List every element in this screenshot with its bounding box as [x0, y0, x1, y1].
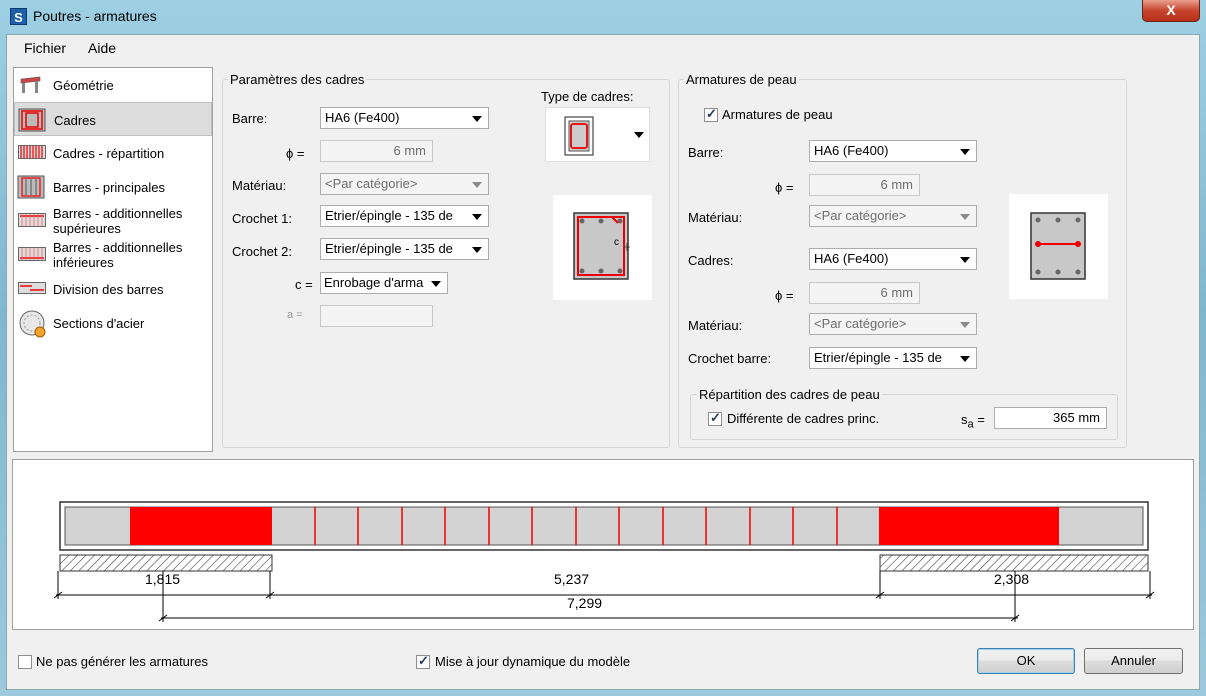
a-label: a = — [287, 309, 303, 321]
chevron-down-icon — [472, 116, 482, 122]
window-title: Poutres - armatures — [33, 8, 157, 24]
sidebar-item-barres-inf[interactable]: Barres - additionnelles inférieures — [14, 238, 212, 272]
skin-phi-field: 6 mm — [809, 174, 920, 196]
skin-phi2-field: 6 mm — [809, 282, 920, 304]
skin-reinforcement-title: Armatures de peau — [684, 72, 799, 87]
geometry-icon — [20, 76, 41, 93]
skin-enable-label: Armatures de peau — [722, 107, 833, 122]
chevron-down-icon — [472, 182, 482, 188]
sidebar-item-label: Barres - principales — [53, 180, 165, 195]
close-button[interactable]: X — [1142, 0, 1200, 22]
skin-materiau-select: <Par catégorie> — [809, 205, 977, 227]
chevron-down-icon — [960, 149, 970, 155]
dim-total: 7,299 — [567, 595, 603, 611]
skin-crochet-label: Crochet barre: — [688, 351, 772, 366]
chevron-down-icon — [960, 214, 970, 220]
steel-sections-icon — [19, 310, 46, 338]
bottom-bars-icon — [18, 247, 46, 261]
dynamic-update-label: Mise à jour dynamique du modèle — [435, 654, 631, 669]
skin-cadres-label: Cadres: — [688, 253, 734, 268]
skin-materiau2-label: Matériau: — [688, 318, 743, 333]
menu-bar — [7, 35, 1199, 61]
materiau-label: Matériau: — [232, 178, 287, 193]
materiau-select: <Par catégorie> — [320, 173, 489, 195]
different-checkbox[interactable] — [708, 410, 722, 426]
menu-fichier[interactable]: Fichier — [24, 40, 66, 56]
sidebar-item-cadres-repartition[interactable]: Cadres - répartition — [14, 136, 212, 170]
main-bars-icon — [17, 175, 45, 199]
sidebar-item-division[interactable]: Division des barres — [14, 272, 212, 306]
chevron-down-icon — [472, 214, 482, 220]
skin-materiau2-select: <Par catégorie> — [809, 313, 977, 335]
c-select[interactable]: Enrobage d'arma — [320, 272, 448, 294]
skin-section-preview — [1009, 194, 1108, 299]
crochet2-label: Crochet 2: — [232, 244, 292, 259]
chevron-down-icon — [472, 247, 482, 253]
type-cadres-label: Type de cadres: — [541, 89, 634, 104]
app-icon: S — [10, 8, 27, 25]
skin-materiau-label: Matériau: — [688, 210, 743, 225]
sidebar-item-barres-sup[interactable]: Barres - additionnelles supérieures — [14, 204, 212, 238]
stirrup-type-icon — [564, 116, 594, 156]
top-bars-icon — [18, 213, 46, 227]
chevron-down-icon — [960, 356, 970, 362]
ok-button[interactable]: OK — [977, 648, 1075, 674]
skin-distribution-title: Répartition des cadres de peau — [697, 387, 882, 402]
sidebar-item-geometrie[interactable]: Géométrie — [14, 68, 212, 102]
chevron-down-icon — [634, 132, 644, 138]
dim-left-support: 1,815 — [145, 571, 181, 587]
bar-division-icon — [18, 282, 46, 294]
chevron-down-icon — [960, 322, 970, 328]
sidebar-item-sections[interactable]: Sections d'acier — [14, 306, 212, 340]
skin-phi-label: ϕ = — [775, 180, 794, 195]
dynamic-update-checkbox[interactable] — [416, 653, 430, 669]
type-cadres-select[interactable] — [545, 107, 650, 162]
a-field — [320, 305, 433, 327]
beam-drawing — [53, 501, 1155, 622]
skin-enable-checkbox[interactable] — [704, 106, 718, 122]
dim-middle: 5,237 — [554, 571, 590, 587]
sidebar-item-label: Cadres — [54, 113, 96, 128]
dim-right-support: 2,308 — [994, 571, 1030, 587]
sa-input[interactable]: 365 mm — [994, 407, 1107, 429]
sidebar-item-label: Division des barres — [53, 282, 164, 297]
different-label: Différente de cadres princ. — [727, 411, 880, 426]
menu-aide[interactable]: Aide — [88, 40, 116, 56]
sidebar-item-barres-principales[interactable]: Barres - principales — [14, 170, 212, 204]
no-generate-checkbox[interactable] — [18, 655, 32, 669]
barre-select[interactable]: HA6 (Fe400) — [320, 107, 489, 129]
sidebar-item-label: Géométrie — [53, 78, 114, 93]
stirrups-icon — [18, 108, 46, 132]
stirrup-distribution-icon — [18, 145, 46, 159]
chevron-down-icon — [431, 281, 441, 287]
sidebar-item-label: Sections d'acier — [53, 316, 145, 331]
sidebar-item-label: Cadres - répartition — [53, 146, 165, 161]
skin-barre-select[interactable]: HA6 (Fe400) — [809, 140, 977, 162]
phi-field: 6 mm — [320, 140, 433, 162]
skin-section-drawing — [1030, 212, 1086, 280]
sidebar-item-label: Barres - additionnelles inférieures — [53, 240, 183, 270]
crochet1-select[interactable]: Etrier/épingle - 135 de — [320, 205, 489, 227]
skin-barre-label: Barre: — [688, 145, 724, 160]
skin-phi2-label: ϕ = — [775, 288, 794, 303]
phi-label: ϕ = — [286, 146, 305, 161]
barre-label: Barre: — [232, 111, 268, 126]
section-drawing — [573, 212, 630, 280]
skin-cadres-select[interactable]: HA6 (Fe400) — [809, 248, 977, 270]
no-generate-label: Ne pas générer les armatures — [36, 654, 208, 669]
sa-label: sa = — [961, 412, 985, 431]
chevron-down-icon — [960, 257, 970, 263]
skin-crochet-select[interactable]: Etrier/épingle - 135 de — [809, 347, 977, 369]
crochet1-label: Crochet 1: — [232, 211, 292, 226]
cover-c-label: c — [614, 237, 619, 248]
c-label: c = — [295, 277, 313, 292]
crochet2-select[interactable]: Etrier/épingle - 135 de — [320, 238, 489, 260]
cancel-button[interactable]: Annuler — [1084, 648, 1183, 674]
title-bar: S Poutres - armatures X — [0, 0, 1206, 34]
sidebar-item-cadres[interactable]: Cadres — [14, 102, 212, 136]
stirrup-params-title: Paramètres des cadres — [228, 72, 367, 87]
sidebar-item-label: Barres - additionnelles supérieures — [53, 206, 183, 236]
section-preview: c — [553, 195, 652, 300]
